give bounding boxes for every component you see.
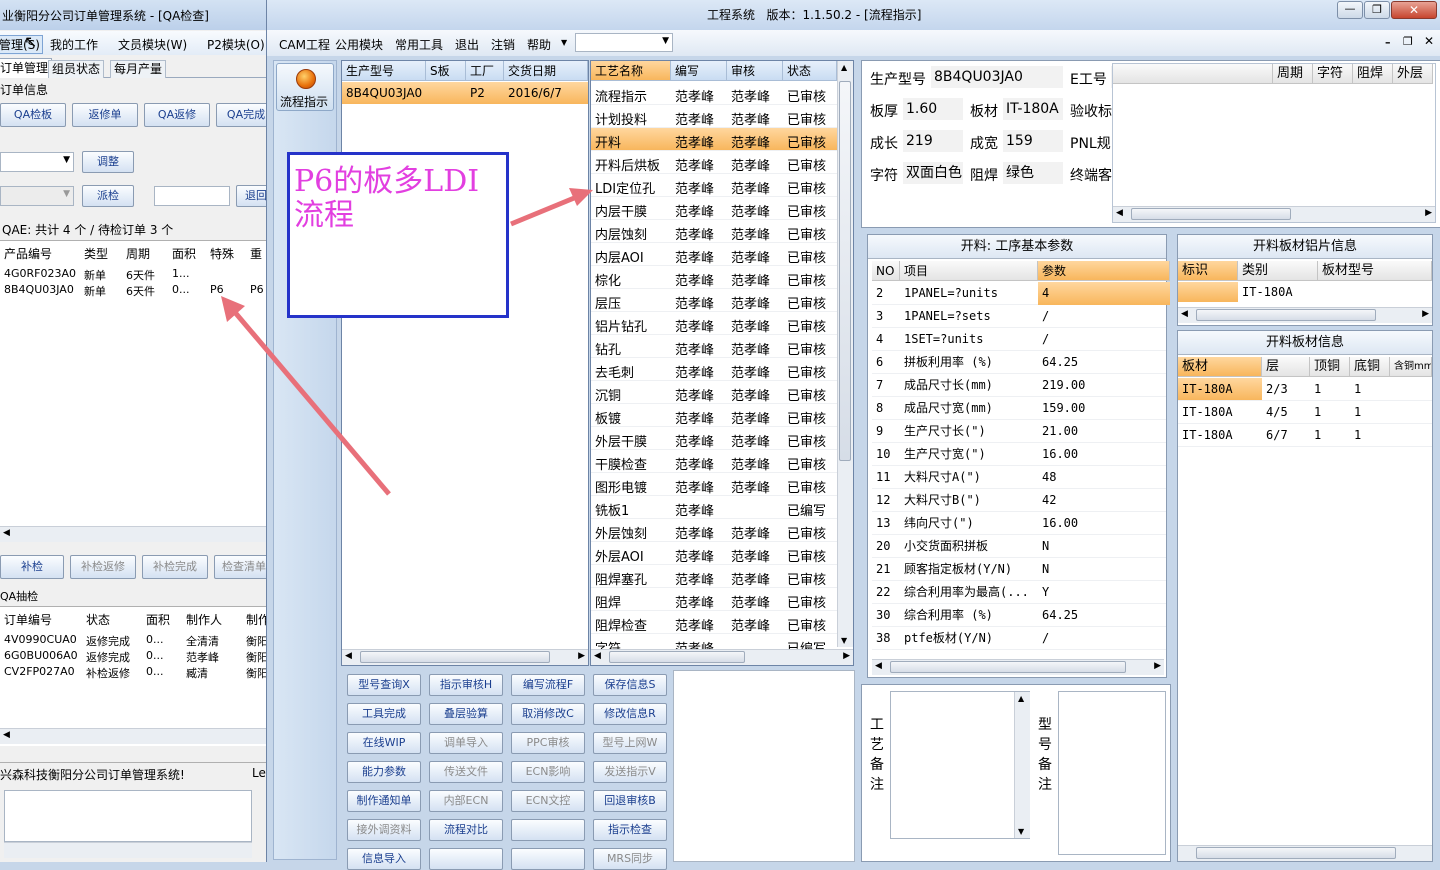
arrow-to-order — [231, 308, 391, 496]
front-window: 工程系统 版本：1.1.50.2 - [流程指示] — ❐ ✕ ▼ – ❐ ✕ … — [221, 0, 1440, 870]
annotation-arrows — [221, 188, 593, 496]
arrow-to-process — [510, 193, 580, 227]
